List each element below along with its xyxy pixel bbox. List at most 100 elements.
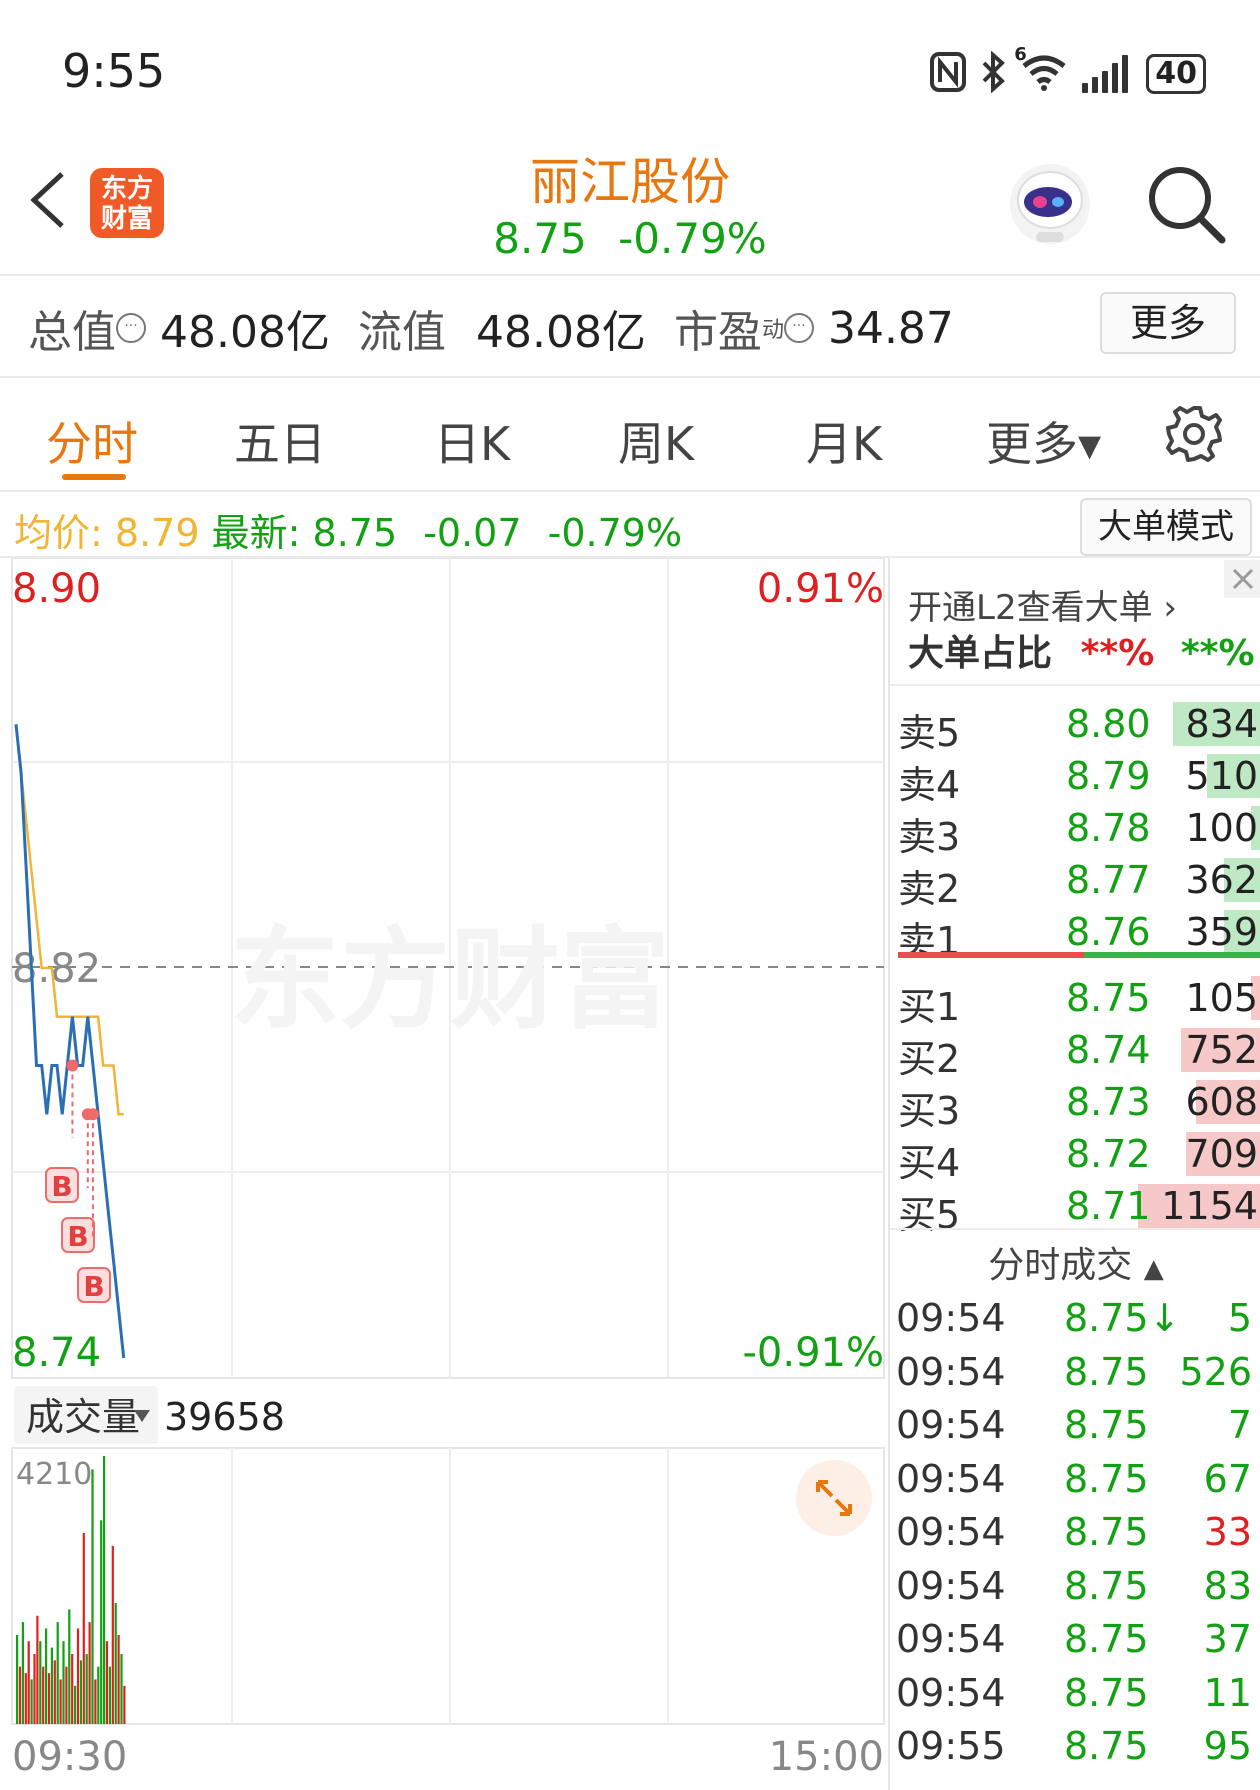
trades-header-text: 分时成交 bbox=[988, 1245, 1133, 1286]
volume-bars bbox=[16, 1456, 126, 1724]
volume-label: 成交量 bbox=[26, 1395, 140, 1439]
trade-row: 09:54 8.75↓ 5 bbox=[890, 1294, 1260, 1348]
ask-row[interactable]: 卖4 8.79 510 bbox=[890, 750, 1260, 807]
bid-row[interactable]: 买5 8.71 1154 bbox=[890, 1180, 1260, 1237]
big-order-mode-button[interactable]: 大单模式 bbox=[1080, 498, 1252, 556]
status-icons: 6 40 bbox=[930, 44, 1206, 98]
ask-row[interactable]: 卖5 8.80 834 bbox=[890, 698, 1260, 755]
buy-pressure-bar bbox=[1084, 952, 1260, 958]
bid-row[interactable]: 买3 8.73 608 bbox=[890, 1076, 1260, 1133]
chevron-right-icon: › bbox=[1152, 588, 1177, 628]
tab-more[interactable]: 更多▾ bbox=[986, 408, 1101, 474]
trade-volume: 7 bbox=[1227, 1403, 1252, 1447]
tab-five-day[interactable]: 五日 bbox=[234, 408, 326, 474]
ask-price: 8.80 bbox=[1066, 702, 1151, 746]
trade-time: 09:54 bbox=[896, 1617, 1006, 1661]
ask-volume: 510 bbox=[1185, 754, 1258, 798]
bid-volume: 1154 bbox=[1161, 1184, 1258, 1228]
ask-label: 卖4 bbox=[898, 763, 961, 807]
more-metrics-button[interactable]: 更多 bbox=[1100, 292, 1236, 354]
l2-link[interactable]: 开通L2查看大单 › bbox=[908, 580, 1177, 629]
buy-marker-label: B bbox=[51, 1170, 72, 1203]
trade-row: 09:55 8.75 95 bbox=[890, 1722, 1260, 1776]
l2-link-text: 开通L2查看大单 bbox=[908, 588, 1153, 628]
total-value-label: 总值 bbox=[28, 307, 116, 358]
volume-bar bbox=[62, 1641, 65, 1724]
gear-icon[interactable] bbox=[1164, 404, 1224, 464]
ask-row[interactable]: 卖3 8.78 100 bbox=[890, 802, 1260, 859]
volume-bar bbox=[16, 1634, 19, 1724]
wifi-icon: 6 bbox=[1014, 44, 1068, 96]
trade-time: 09:54 bbox=[896, 1403, 1006, 1447]
bid-label: 买5 bbox=[898, 1193, 961, 1237]
big-ratio-row: 大单占比 **% **% bbox=[908, 624, 1255, 676]
ask-row[interactable]: 卖1 8.76 359 bbox=[890, 906, 1260, 963]
search-icon[interactable] bbox=[1146, 164, 1226, 244]
tab-weekly-k[interactable]: 周K bbox=[618, 408, 694, 474]
volume-bar bbox=[21, 1622, 24, 1724]
volume-bar bbox=[114, 1603, 117, 1724]
info-icon[interactable]: ··· bbox=[116, 313, 146, 343]
trade-volume: 83 bbox=[1203, 1563, 1252, 1608]
bid-price: 8.72 bbox=[1066, 1132, 1151, 1176]
volume-bar bbox=[123, 1685, 126, 1724]
info-icon[interactable]: ··· bbox=[783, 313, 814, 343]
bid-label: 买1 bbox=[898, 985, 961, 1029]
trade-price: 8.75 bbox=[1064, 1724, 1149, 1768]
bid-volume: 709 bbox=[1185, 1132, 1258, 1176]
volume-frame bbox=[11, 1447, 885, 1725]
ask-volume: 100 bbox=[1185, 806, 1258, 850]
volume-bar bbox=[111, 1545, 114, 1724]
robot-assistant-icon[interactable] bbox=[1006, 160, 1094, 248]
caret-up-icon: ▲ bbox=[1143, 1254, 1164, 1284]
volume-bar bbox=[53, 1660, 56, 1724]
intraday-chart[interactable]: 东方财富 8.90 8.82 8.74 0.91% -0.91% BBB 成交量… bbox=[0, 558, 888, 1790]
latest-label: 最新: bbox=[211, 511, 301, 555]
buy-marker-dot bbox=[66, 1059, 79, 1072]
ask-price: 8.79 bbox=[1066, 754, 1151, 798]
volume-bar bbox=[76, 1628, 80, 1724]
trade-time: 09:55 bbox=[896, 1724, 1006, 1768]
header-price: 8.75 bbox=[493, 214, 587, 263]
pct-high-label: 0.91% bbox=[757, 566, 884, 612]
order-book-panel: 开通L2查看大单 › 大单占比 **% **% 卖5 8.80 834 卖4 8.79 5… bbox=[888, 558, 1260, 1790]
volume-bar bbox=[56, 1622, 59, 1724]
bid-price: 8.75 bbox=[1066, 976, 1151, 1020]
pe-value: 34.87 bbox=[827, 302, 954, 354]
volume-bar bbox=[117, 1634, 120, 1724]
volume-bar bbox=[36, 1615, 39, 1724]
trade-volume: 11 bbox=[1203, 1670, 1252, 1715]
volume-bar bbox=[47, 1673, 51, 1724]
pct-low-label: -0.91% bbox=[742, 1330, 884, 1376]
bid-row[interactable]: 买2 8.74 752 bbox=[890, 1024, 1260, 1081]
avg-price-line bbox=[14, 724, 124, 1116]
tab-daily-k[interactable]: 日K bbox=[434, 408, 510, 474]
volume-max-label: 4210 bbox=[16, 1457, 92, 1492]
tab-monthly-k[interactable]: 月K bbox=[806, 408, 882, 474]
volume-bar bbox=[42, 1666, 45, 1724]
bid-row[interactable]: 买1 8.75 105 bbox=[890, 972, 1260, 1029]
status-time: 9:55 bbox=[62, 44, 166, 98]
trade-volume: 95 bbox=[1203, 1724, 1252, 1768]
trade-row: 09:54 8.75 11 bbox=[890, 1669, 1260, 1723]
trade-time: 09:54 bbox=[896, 1670, 1006, 1715]
volume-bar bbox=[45, 1628, 48, 1724]
bid-label: 买2 bbox=[898, 1037, 961, 1081]
buy-marker-label: B bbox=[67, 1220, 88, 1253]
trade-row: 09:54 8.75 526 bbox=[890, 1348, 1260, 1402]
nfc-icon bbox=[930, 52, 967, 96]
close-icon[interactable] bbox=[1224, 560, 1260, 598]
trade-row: 09:54 8.75 83 bbox=[890, 1562, 1260, 1616]
ask-volume: 362 bbox=[1185, 858, 1258, 902]
trade-volume: 37 bbox=[1203, 1617, 1252, 1661]
trade-price: 8.75 bbox=[1064, 1617, 1149, 1661]
bid-price: 8.73 bbox=[1066, 1080, 1151, 1124]
tab-intraday[interactable]: 分时 bbox=[46, 408, 138, 474]
ask-row[interactable]: 卖2 8.77 362 bbox=[890, 854, 1260, 911]
bid-row[interactable]: 买4 8.72 709 bbox=[890, 1128, 1260, 1185]
volume-bar bbox=[50, 1647, 53, 1724]
price-summary-row: 均价: 8.79 最新: 8.75 -0.07 -0.79% bbox=[14, 502, 682, 557]
trade-row: 09:54 8.75 37 bbox=[890, 1615, 1260, 1669]
trade-volume: 526 bbox=[1179, 1349, 1252, 1394]
trades-header[interactable]: 分时成交 ▲ bbox=[890, 1236, 1260, 1288]
